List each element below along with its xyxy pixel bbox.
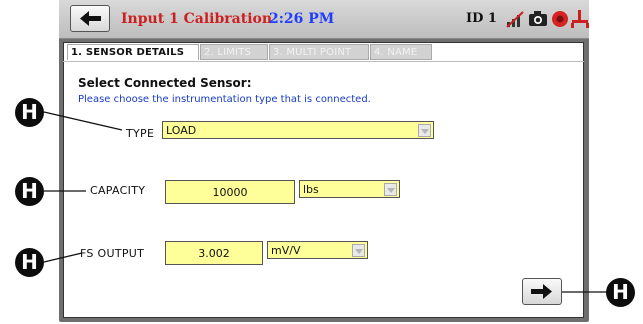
callout-marker-fs-output: H [15, 248, 44, 277]
callout-marker-capacity: H [15, 177, 44, 206]
callout-marker-next: H [606, 278, 635, 307]
callout-marker-type: H [15, 98, 44, 127]
callout-leader-lines [43, 111, 607, 293]
